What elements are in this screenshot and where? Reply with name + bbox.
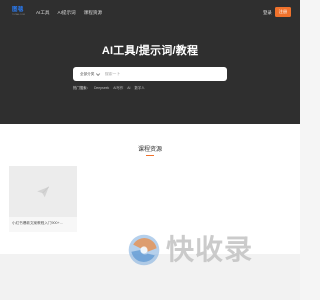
logo-subtext: TUTAN.COM	[12, 14, 25, 16]
watermark-logo-icon	[128, 234, 160, 266]
hot-tag[interactable]: Deepseek	[94, 86, 109, 90]
chevron-down-icon	[95, 71, 101, 76]
card-thumbnail[interactable]	[9, 166, 77, 217]
search-category-label: 全部分类	[80, 71, 95, 76]
nav-item-ai-prompts[interactable]: AI提示词	[58, 10, 76, 16]
register-button[interactable]: 注册	[275, 7, 291, 17]
hot-tag[interactable]: 数字人	[134, 86, 144, 90]
site-logo[interactable]: 图毯 TUTAN.COM	[12, 7, 26, 19]
hot-tag[interactable]: AI	[127, 86, 130, 90]
card-title[interactable]: 小红书爆款文案教程入门900+...	[12, 221, 76, 226]
hot-tag[interactable]: AI写作	[113, 86, 123, 90]
hot-searches: 热门搜索： Deepseek AI写作 AI 数字人	[73, 86, 145, 90]
search-category-select[interactable]: 全部分类	[80, 71, 101, 77]
hot-searches-label: 热门搜索：	[73, 86, 90, 90]
section-title-underline	[146, 155, 154, 156]
nav-item-courses[interactable]: 课程资源	[84, 10, 102, 16]
page-title: AI工具/提示词/教程	[101, 45, 199, 57]
login-link[interactable]: 登录	[263, 10, 272, 16]
paper-plane-icon	[37, 186, 50, 197]
watermark-text: 快收录	[166, 233, 254, 266]
search-bar: 全部分类	[73, 67, 227, 81]
search-input[interactable]	[104, 72, 215, 76]
course-card[interactable]: 小红书爆款文案教程入门900+...	[9, 166, 77, 232]
main-nav: AI工具 AI提示词 课程资源	[36, 10, 102, 16]
watermark: 快收录	[126, 232, 253, 268]
nav-item-ai-tools[interactable]: AI工具	[36, 10, 50, 16]
hero-banner: 图毯 TUTAN.COM AI工具 AI提示词 课程资源 登录 注册 AI工具/…	[0, 0, 300, 124]
section-title: 课程资源	[137, 147, 162, 153]
